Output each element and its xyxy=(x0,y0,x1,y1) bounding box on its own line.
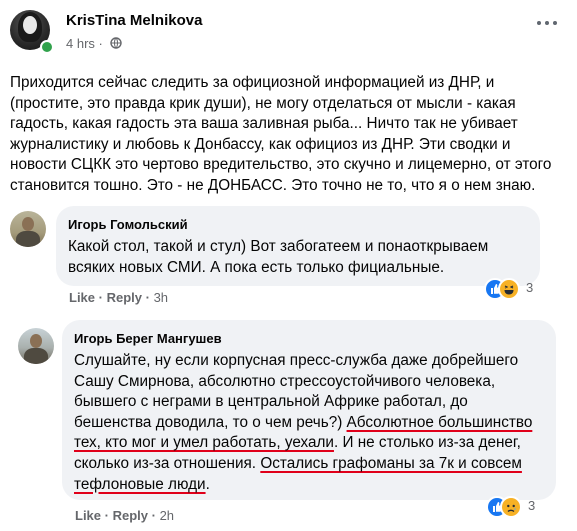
post-author-name[interactable]: KrisTina Melnikova xyxy=(66,12,202,29)
comment-author-avatar[interactable] xyxy=(10,211,46,247)
globe-icon xyxy=(110,37,123,52)
comment-text: Слушайте, ну если корпусная пресс-служба… xyxy=(74,352,533,493)
comment-author-name[interactable]: Игорь Гомольский xyxy=(68,217,188,232)
reaction-count: 3 xyxy=(526,280,534,295)
reaction-count: 3 xyxy=(528,498,536,513)
sad-reaction-icon xyxy=(500,496,522,518)
like-button[interactable]: Like xyxy=(69,290,95,305)
haha-reaction-icon xyxy=(498,278,520,300)
more-options-icon[interactable] xyxy=(537,18,559,28)
post-time[interactable]: 4 hrs xyxy=(66,36,95,51)
comment-text: Какой стол, такой и стул) Вот забогатеем… xyxy=(68,238,489,276)
comment-time[interactable]: 2h xyxy=(160,508,174,523)
post-text: Приходится сейчас следить за официозной … xyxy=(10,74,552,194)
reply-button[interactable]: Reply xyxy=(113,508,148,523)
avatar-face xyxy=(23,16,37,34)
reply-button[interactable]: Reply xyxy=(107,290,142,305)
comment-author-name[interactable]: Игорь Берег Мангушев xyxy=(74,331,222,346)
comment-author-avatar[interactable] xyxy=(18,328,54,364)
comment-bubble: Игорь Гомольский Какой стол, такой и сту… xyxy=(56,206,540,286)
comment-actions: Like · Reply · 2h xyxy=(75,508,175,523)
like-button[interactable]: Like xyxy=(75,508,101,523)
post-meta: 4 hrs · xyxy=(66,36,123,52)
online-status-icon xyxy=(40,40,54,54)
comment-bubble: Игорь Берег Мангушев Слушайте, ну если к… xyxy=(62,320,556,500)
comment-actions: Like · Reply · 3h xyxy=(69,290,169,305)
comment-time[interactable]: 3h xyxy=(154,290,168,305)
